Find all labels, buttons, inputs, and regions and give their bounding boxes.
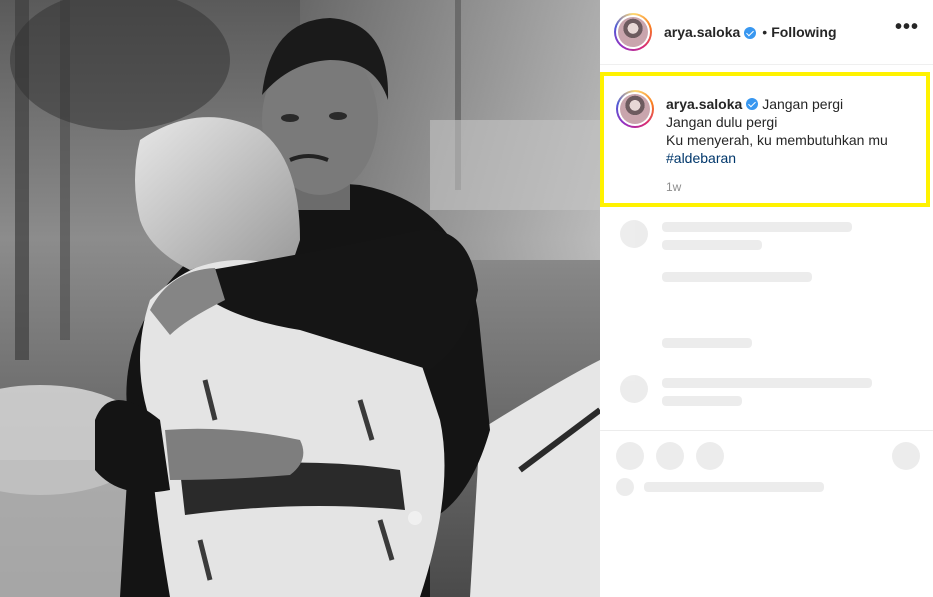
post-side-panel: arya.saloka • Following ••• arya.saloka …	[600, 0, 933, 597]
verified-badge-icon	[744, 27, 757, 39]
caption-line-3: Ku menyerah, ku membutuhkan mu	[666, 132, 888, 148]
following-button[interactable]: Following	[771, 24, 836, 40]
caption-username[interactable]: arya.saloka	[666, 96, 742, 112]
post-photo[interactable]	[0, 0, 600, 597]
caption-verified-badge-icon	[746, 98, 759, 110]
header-username[interactable]: arya.saloka	[664, 24, 740, 40]
header-divider	[600, 64, 933, 65]
post-photo-illustration	[0, 0, 600, 597]
caption-highlight: arya.saloka Jangan pergi Jangan dulu per…	[600, 72, 930, 207]
avatar[interactable]	[614, 13, 652, 51]
more-options-icon[interactable]: •••	[895, 17, 919, 37]
separator-dot: •	[762, 24, 768, 40]
post-header: arya.saloka • Following •••	[600, 0, 933, 64]
hashtag-link[interactable]: #aldebaran	[666, 150, 736, 166]
caption-text: arya.saloka Jangan pergi Jangan dulu per…	[666, 95, 926, 167]
caption-line-2: Jangan dulu pergi	[666, 114, 778, 130]
post-age: 1w	[666, 180, 682, 194]
caption-line-1: Jangan pergi	[762, 96, 844, 112]
caption-avatar-image	[620, 94, 650, 124]
avatar-image	[618, 17, 648, 47]
caption-avatar[interactable]	[616, 90, 654, 128]
faded-comments-area	[600, 210, 933, 597]
